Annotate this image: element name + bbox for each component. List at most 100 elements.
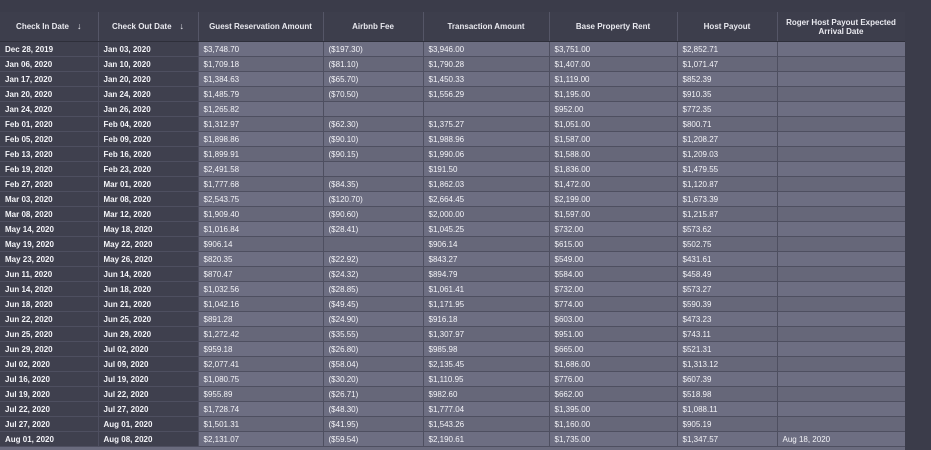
table-row[interactable]: Jul 27, 2020 Aug 01, 2020 $1,501.31 ($41.95… <box>0 416 905 432</box>
table-row[interactable]: May 23, 2020 May 26, 2020 $820.35 ($22.92) $… <box>0 251 905 267</box>
table-cell: May 18, 2020 <box>98 221 199 237</box>
table-cell <box>777 56 905 72</box>
table-row[interactable]: Feb 19, 2020 Feb 23, 2020 $2,491.58 $191.50… <box>0 161 905 177</box>
table-cell <box>777 221 905 237</box>
table-cell: $870.47 <box>198 266 324 282</box>
table-cell: $607.39 <box>677 371 778 387</box>
table-row[interactable]: Jun 29, 2020 Jul 02, 2020 $959.18 ($26.80) $… <box>0 341 905 357</box>
table-cell <box>777 311 905 327</box>
table-cell: $916.18 <box>423 311 550 327</box>
column-header-label: Roger Host Payout Expected Arrival Date <box>786 17 896 36</box>
table-cell: ($62.30) <box>323 116 424 132</box>
column-header-label: Check In Date <box>16 22 69 31</box>
table-cell: $1,543.26 <box>423 416 550 432</box>
table-row[interactable]: Feb 05, 2020 Feb 09, 2020 $1,898.86 ($90.10… <box>0 131 905 147</box>
table-row[interactable]: Jul 02, 2020 Jul 09, 2020 $2,077.41 ($58.04… <box>0 356 905 372</box>
column-header-base-property-rent[interactable]: Base Property Rent <box>549 12 678 42</box>
table-cell: $732.00 <box>549 281 678 297</box>
table-cell: $473.23 <box>677 311 778 327</box>
table-cell: Jul 09, 2020 <box>98 356 199 372</box>
table-cell: $615.00 <box>549 236 678 252</box>
table-row[interactable]: Mar 03, 2020 Mar 08, 2020 $2,543.75 ($120.7… <box>0 191 905 207</box>
table-row[interactable]: Jul 22, 2020 Jul 27, 2020 $1,728.74 ($48.30… <box>0 401 905 417</box>
header-row: Check In Date ↓ Check Out Date ↓ Guest Reser… <box>0 12 905 42</box>
table-row[interactable]: Jun 22, 2020 Jun 25, 2020 $891.28 ($24.90) $… <box>0 311 905 327</box>
table-cell: $1,120.87 <box>677 176 778 192</box>
table-row[interactable]: Feb 01, 2020 Feb 04, 2020 $1,312.97 ($62.30… <box>0 116 905 132</box>
table-cell: $852.39 <box>677 71 778 87</box>
table-cell: $1,209.03 <box>677 146 778 162</box>
table-header: Check In Date ↓ Check Out Date ↓ Guest Reser… <box>0 12 905 42</box>
table-cell: Jan 24, 2020 <box>98 86 199 102</box>
table-cell: $665.00 <box>549 341 678 357</box>
table-row[interactable]: Jan 17, 2020 Jan 20, 2020 $1,384.63 ($65.70… <box>0 71 905 87</box>
table-row[interactable]: Dec 28, 2019 Jan 03, 2020 $3,748.70 ($197.3… <box>0 41 905 57</box>
table-row[interactable]: Jan 06, 2020 Jan 10, 2020 $1,709.18 ($81.10… <box>0 56 905 72</box>
table-cell: ($24.90) <box>323 311 424 327</box>
column-header-transaction-amount[interactable]: Transaction Amount <box>423 12 550 42</box>
table-cell: $1,051.00 <box>549 116 678 132</box>
table-row[interactable]: May 19, 2020 May 22, 2020 $906.14 $906.14 $6… <box>0 236 905 252</box>
table-cell: ($81.10) <box>323 56 424 72</box>
table-cell: $1,479.55 <box>677 161 778 177</box>
table-cell <box>777 191 905 207</box>
column-header-check-in-date[interactable]: Check In Date ↓ <box>0 12 99 42</box>
table-row[interactable]: Feb 27, 2020 Mar 01, 2020 $1,777.68 ($84.35… <box>0 176 905 192</box>
table-row[interactable]: Jul 16, 2020 Jul 19, 2020 $1,080.75 ($30.20… <box>0 371 905 387</box>
table-cell: ($58.04) <box>323 356 424 372</box>
table-cell: $1,080.75 <box>198 371 324 387</box>
column-header-check-out-date[interactable]: Check Out Date ↓ <box>98 12 199 42</box>
table-cell: $1,313.12 <box>677 356 778 372</box>
table-row[interactable]: Feb 13, 2020 Feb 16, 2020 $1,899.91 ($90.15… <box>0 146 905 162</box>
table-cell: ($90.60) <box>323 206 424 222</box>
table-cell <box>777 401 905 417</box>
table-row[interactable]: Mar 08, 2020 Mar 12, 2020 $1,909.40 ($90.60… <box>0 206 905 222</box>
table-cell: ($90.10) <box>323 131 424 147</box>
table-cell <box>777 416 905 432</box>
table-cell: $959.18 <box>198 341 324 357</box>
table-row[interactable]: Jun 14, 2020 Jun 18, 2020 $1,032.56 ($28.85… <box>0 281 905 297</box>
table-row[interactable]: May 14, 2020 May 18, 2020 $1,016.84 ($28.41… <box>0 221 905 237</box>
table-cell: $952.00 <box>549 101 678 117</box>
table-cell: Mar 08, 2020 <box>98 191 199 207</box>
table-cell <box>777 386 905 402</box>
table-row[interactable]: Jan 20, 2020 Jan 24, 2020 $1,485.79 ($70.50… <box>0 86 905 102</box>
column-header-host-payout[interactable]: Host Payout <box>677 12 778 42</box>
column-header-guest-reservation-amount[interactable]: Guest Reservation Amount <box>198 12 324 42</box>
table-cell: Feb 19, 2020 <box>0 161 99 177</box>
arrow-down-icon[interactable]: ↓ <box>180 21 185 31</box>
table-cell: $1,312.97 <box>198 116 324 132</box>
table-cell: ($90.15) <box>323 146 424 162</box>
table-cell <box>777 371 905 387</box>
table-cell: ($28.85) <box>323 281 424 297</box>
table-row[interactable]: Jul 19, 2020 Jul 22, 2020 $955.89 ($26.71) $… <box>0 386 905 402</box>
table-row[interactable]: Jun 25, 2020 Jun 29, 2020 $1,272.42 ($35.55… <box>0 326 905 342</box>
table-cell: $1,042.16 <box>198 296 324 312</box>
table-cell <box>323 101 424 117</box>
table-cell <box>423 101 550 117</box>
table-cell: $2,664.45 <box>423 191 550 207</box>
column-header-roger-host-payout-expected-arrival-date[interactable]: Roger Host Payout Expected Arrival Date <box>777 12 905 42</box>
table-cell <box>777 356 905 372</box>
table-cell <box>777 206 905 222</box>
column-header-airbnb-fee[interactable]: Airbnb Fee <box>323 12 424 42</box>
table-cell: ($22.92) <box>323 251 424 267</box>
table-cell: $1,790.28 <box>423 56 550 72</box>
table-cell: $1,061.41 <box>423 281 550 297</box>
table-cell: $1,735.00 <box>549 431 678 447</box>
table-row[interactable]: Jun 11, 2020 Jun 14, 2020 $870.47 ($24.32) $… <box>0 266 905 282</box>
table-row[interactable]: Jan 24, 2020 Jan 26, 2020 $1,265.82 $952.00… <box>0 101 905 117</box>
table-cell: $1,898.86 <box>198 131 324 147</box>
table-cell: Jan 10, 2020 <box>98 56 199 72</box>
table-cell: Jun 22, 2020 <box>0 311 99 327</box>
table-cell: Jul 22, 2020 <box>0 401 99 417</box>
table-cell: $2,000.00 <box>423 206 550 222</box>
table-cell: ($70.50) <box>323 86 424 102</box>
table-cell: $1,119.00 <box>549 71 678 87</box>
table-row[interactable]: Aug 01, 2020 Aug 08, 2020 $2,131.07 ($59.54… <box>0 431 905 447</box>
arrow-down-icon[interactable]: ↓ <box>77 21 82 31</box>
table-row[interactable]: Jun 18, 2020 Jun 21, 2020 $1,042.16 ($49.45… <box>0 296 905 312</box>
table-cell: $2,135.45 <box>423 356 550 372</box>
table-cell <box>777 236 905 252</box>
table-cell <box>777 341 905 357</box>
